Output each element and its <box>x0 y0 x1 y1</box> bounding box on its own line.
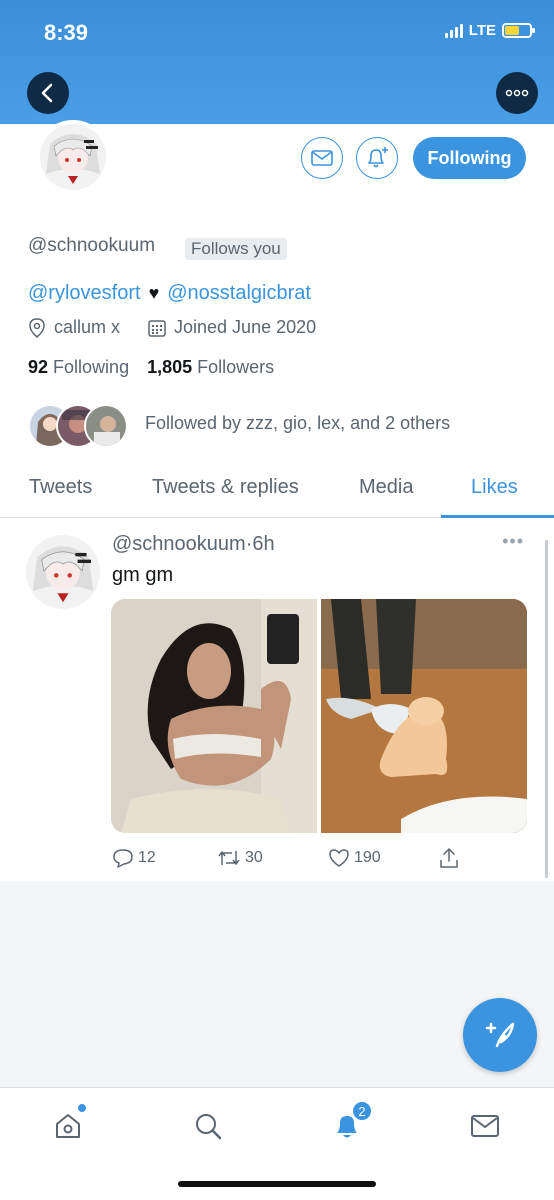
more-options-button[interactable] <box>496 72 538 114</box>
profile-avatar[interactable] <box>36 120 110 194</box>
compose-tweet-button[interactable] <box>463 998 537 1072</box>
message-button[interactable] <box>301 137 343 179</box>
profile-tabs: Tweets Tweets & replies Media Likes <box>0 460 554 518</box>
tweet[interactable]: @schnookuum·6h ••• gm gm 12 30 190 <box>0 519 554 881</box>
status-icons: LTE <box>444 22 535 39</box>
reply-count: 12 <box>138 849 156 866</box>
heart-icon <box>329 849 349 867</box>
profile-meta: callum x Joined June 2020 <box>28 317 316 338</box>
followers-count: 1,805 <box>147 357 193 377</box>
share-icon <box>440 847 458 868</box>
network-label: LTE <box>468 22 496 39</box>
signal-icon <box>444 23 463 38</box>
retweet-count: 30 <box>245 849 263 866</box>
inbox-icon <box>471 1115 499 1137</box>
tweet-more-button[interactable]: ••• <box>502 531 524 552</box>
bio-mention-2[interactable]: @nosstalgicbrat <box>167 282 311 305</box>
tweet-actions: 12 30 190 <box>112 847 460 869</box>
retweet-icon <box>218 851 240 865</box>
nav-home[interactable] <box>48 1104 88 1146</box>
tweet-photo-1[interactable] <box>111 599 317 833</box>
home-new-dot <box>78 1104 86 1112</box>
tweet-handle[interactable]: @schnookuum <box>112 533 246 555</box>
notifications-toggle-button[interactable] <box>356 137 398 179</box>
tweet-time: 6h <box>252 533 275 555</box>
battery-icon <box>502 23 535 38</box>
like-count: 190 <box>354 849 381 866</box>
nav-notifications[interactable]: 2 <box>327 1100 373 1146</box>
following-label: Following <box>53 357 130 377</box>
avatar <box>84 404 128 448</box>
tweet-text: gm gm <box>112 564 174 586</box>
profile-handle: @schnookuum <box>28 235 156 256</box>
tab-media[interactable]: Media <box>359 476 413 499</box>
bio-mention-1[interactable]: @rylovesfort <box>28 282 141 305</box>
compose-icon <box>485 1022 515 1048</box>
more-icon <box>505 89 529 97</box>
home-indicator[interactable] <box>178 1181 376 1187</box>
profile-bio: @rylovesfort ♥ @nosstalgicbrat <box>28 282 311 305</box>
tweet-photo-2[interactable] <box>321 599 527 833</box>
tweet-avatar[interactable] <box>26 535 100 609</box>
followers-label: Followers <box>197 357 275 377</box>
following-count-link[interactable]: 92 Following <box>28 357 129 378</box>
followed-by-text[interactable]: Followed by zzz, gio, lex, and 2 others <box>145 413 450 434</box>
following-button[interactable]: Following <box>413 137 526 179</box>
reply-button[interactable]: 12 <box>112 847 217 869</box>
scrollbar[interactable] <box>545 540 548 878</box>
bell-plus-icon <box>368 147 388 168</box>
tab-likes[interactable]: Likes <box>471 476 518 499</box>
mail-icon <box>311 150 333 166</box>
home-icon <box>56 1114 80 1138</box>
retweet-button[interactable]: 30 <box>217 847 328 869</box>
heart-emoji: ♥ <box>148 283 160 303</box>
follows-you-badge: Follows you <box>185 238 287 260</box>
back-button[interactable] <box>27 72 69 114</box>
search-icon <box>196 1114 222 1140</box>
status-time: 8:39 <box>44 20 89 45</box>
share-button[interactable] <box>438 847 460 869</box>
calendar-icon <box>148 319 166 337</box>
tweet-header: @schnookuum·6h <box>112 533 275 556</box>
tab-tweets[interactable]: Tweets <box>29 476 92 499</box>
following-count: 92 <box>28 357 49 377</box>
profile-joined: Joined June 2020 <box>174 317 317 337</box>
location-icon <box>29 317 45 338</box>
tweet-media[interactable] <box>111 599 527 833</box>
follow-counts: 92 Following 1,805 Followers <box>28 357 274 378</box>
like-button[interactable]: 190 <box>328 847 438 869</box>
profile-location: callum x <box>54 317 121 337</box>
profile-header: 8:39 LTE <box>0 0 554 124</box>
nav-messages[interactable] <box>465 1106 505 1146</box>
nav-search[interactable] <box>188 1106 228 1146</box>
mutual-followers-avatars[interactable] <box>28 404 130 450</box>
reply-icon <box>113 849 133 868</box>
followers-count-link[interactable]: 1,805 Followers <box>147 357 274 378</box>
tab-tweets-replies[interactable]: Tweets & replies <box>152 476 299 499</box>
chevron-left-icon <box>41 83 53 103</box>
active-tab-indicator <box>441 515 554 518</box>
notifications-badge: 2 <box>351 1100 373 1122</box>
